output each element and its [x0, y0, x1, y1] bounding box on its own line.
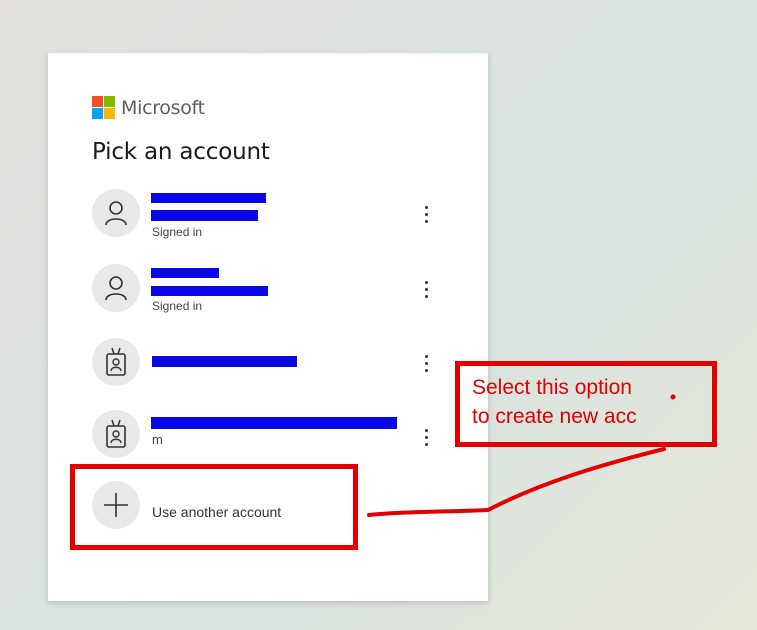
redacted-name [151, 268, 219, 278]
work-badge-icon [92, 410, 140, 458]
microsoft-logo-icon [92, 96, 115, 119]
redacted-email [152, 356, 297, 367]
more-options-icon[interactable] [418, 203, 434, 227]
account-item-3[interactable] [90, 338, 450, 394]
more-options-icon[interactable] [418, 278, 434, 302]
account-email-tail: m [152, 432, 163, 447]
account-item-4[interactable]: m [90, 410, 450, 466]
annotation-text: Select this option to create new acc [472, 373, 637, 431]
account-item-1[interactable]: Signed in [90, 189, 450, 245]
work-badge-icon [92, 338, 140, 386]
account-status: Signed in [152, 225, 203, 239]
more-options-icon[interactable] [418, 352, 434, 376]
brand: Microsoft [92, 96, 205, 119]
redacted-name [151, 193, 266, 203]
account-item-2[interactable]: Signed in [90, 264, 450, 320]
brand-name: Microsoft [121, 96, 205, 119]
account-status: Signed in [152, 299, 203, 313]
redacted-email [151, 210, 258, 221]
page-title: Pick an account [92, 139, 270, 165]
redacted-email [151, 417, 397, 429]
person-icon [92, 189, 140, 237]
person-icon [92, 264, 140, 312]
redacted-email [151, 286, 268, 296]
more-options-icon[interactable] [418, 424, 434, 448]
annotation-line-1: Select this option [472, 376, 632, 399]
annotation-line-2: to create new acc [472, 405, 637, 428]
highlight-box [70, 464, 358, 550]
